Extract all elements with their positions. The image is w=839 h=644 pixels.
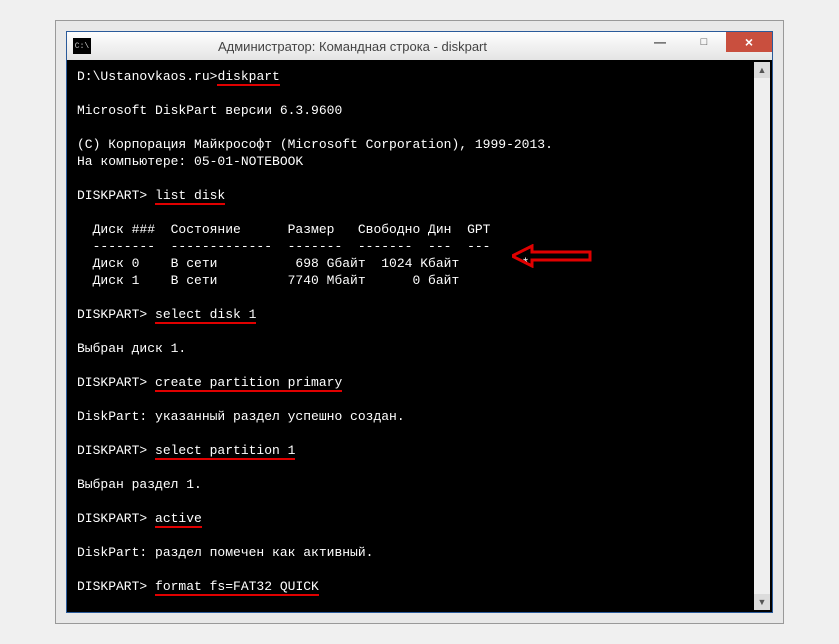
table-divider: -------- ------------- ------- ------- -…	[77, 239, 490, 254]
output-line: На компьютере: 05-01-NOTEBOOK	[77, 154, 303, 169]
cmd-icon: C:\	[73, 38, 91, 54]
output-line: DiskPart: указанный раздел успешно созда…	[77, 409, 405, 424]
output-line: Выбран раздел 1.	[77, 477, 202, 492]
prompt-text: D:\Ustanovkaos.ru>	[77, 69, 217, 84]
cmd-select-disk: select disk 1	[155, 307, 256, 324]
minimize-button[interactable]: —	[638, 32, 682, 52]
output-line: Microsoft DiskPart версии 6.3.9600	[77, 103, 342, 118]
cmd-list-disk: list disk	[155, 188, 225, 205]
cmd-format: format fs=FAT32 QUICK	[155, 579, 319, 596]
cmd-active: active	[155, 511, 202, 528]
cmd-create-partition: create partition primary	[155, 375, 342, 392]
window-controls: — □ ×	[638, 32, 772, 60]
scrollbar[interactable]: ▲ ▼	[754, 62, 770, 610]
maximize-button[interactable]: □	[682, 32, 726, 52]
prompt-text: DISKPART>	[77, 188, 155, 203]
output-line: DiskPart: раздел помечен как активный.	[77, 545, 373, 560]
prompt-text: DISKPART>	[77, 579, 155, 594]
titlebar[interactable]: C:\ Администратор: Командная строка - di…	[67, 32, 772, 60]
output-line: (C) Корпорация Майкрософт (Microsoft Cor…	[77, 137, 553, 152]
prompt-text: DISKPART>	[77, 511, 155, 526]
scroll-up-button[interactable]: ▲	[754, 62, 770, 78]
prompt-text: DISKPART>	[77, 375, 155, 390]
table-row: Диск 1 В сети 7740 Мбайт 0 байт	[77, 273, 459, 288]
terminal-container: D:\Ustanovkaos.ru>diskpart Microsoft Dis…	[67, 60, 772, 612]
table-row: Диск 0 В сети 698 Gбайт 1024 Kбайт *	[77, 256, 529, 271]
outer-frame: C:\ Администратор: Командная строка - di…	[55, 20, 784, 624]
scroll-down-button[interactable]: ▼	[754, 594, 770, 610]
prompt-text: DISKPART>	[77, 307, 155, 322]
app-window: C:\ Администратор: Командная строка - di…	[66, 31, 773, 613]
cmd-diskpart: diskpart	[217, 69, 279, 86]
terminal-output[interactable]: D:\Ustanovkaos.ru>diskpart Microsoft Dis…	[69, 62, 770, 610]
close-button[interactable]: ×	[726, 32, 772, 52]
table-header: Диск ### Состояние Размер Свободно Дин G…	[77, 222, 490, 237]
window-title: Администратор: Командная строка - diskpa…	[97, 39, 638, 54]
cmd-select-partition: select partition 1	[155, 443, 295, 460]
prompt-text: DISKPART>	[77, 443, 155, 458]
output-line: Выбран диск 1.	[77, 341, 186, 356]
